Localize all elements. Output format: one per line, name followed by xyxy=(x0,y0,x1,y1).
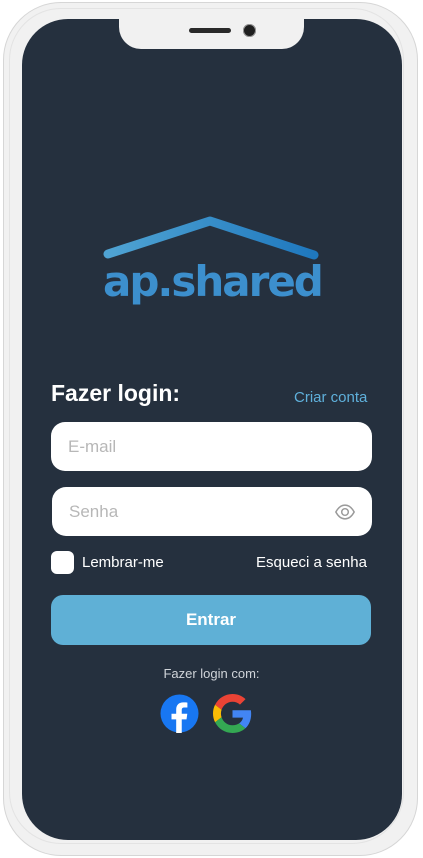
phone-notch xyxy=(119,19,304,49)
email-field[interactable] xyxy=(51,422,372,471)
social-login-label: Fazer login com: xyxy=(163,666,260,681)
password-input[interactable] xyxy=(52,487,372,536)
remember-checkbox[interactable] xyxy=(51,550,74,574)
eye-icon[interactable] xyxy=(334,501,356,523)
front-camera xyxy=(243,24,256,37)
forgot-password-link[interactable]: Esqueci a senha xyxy=(256,554,367,571)
speaker-grille xyxy=(189,28,231,33)
login-title: Fazer login: xyxy=(51,380,181,406)
create-account-link[interactable]: Criar conta xyxy=(294,389,367,406)
password-field[interactable] xyxy=(52,487,372,536)
app-logo: ap.shared xyxy=(103,215,324,315)
facebook-icon[interactable] xyxy=(160,694,199,733)
remember-label: Lembrar-me xyxy=(82,553,164,571)
google-icon[interactable] xyxy=(213,694,252,733)
email-input[interactable] xyxy=(51,422,372,471)
login-button[interactable]: Entrar xyxy=(51,595,371,645)
remember-me[interactable]: Lembrar-me xyxy=(51,550,164,574)
logo-wordmark: ap.shared xyxy=(103,257,324,306)
